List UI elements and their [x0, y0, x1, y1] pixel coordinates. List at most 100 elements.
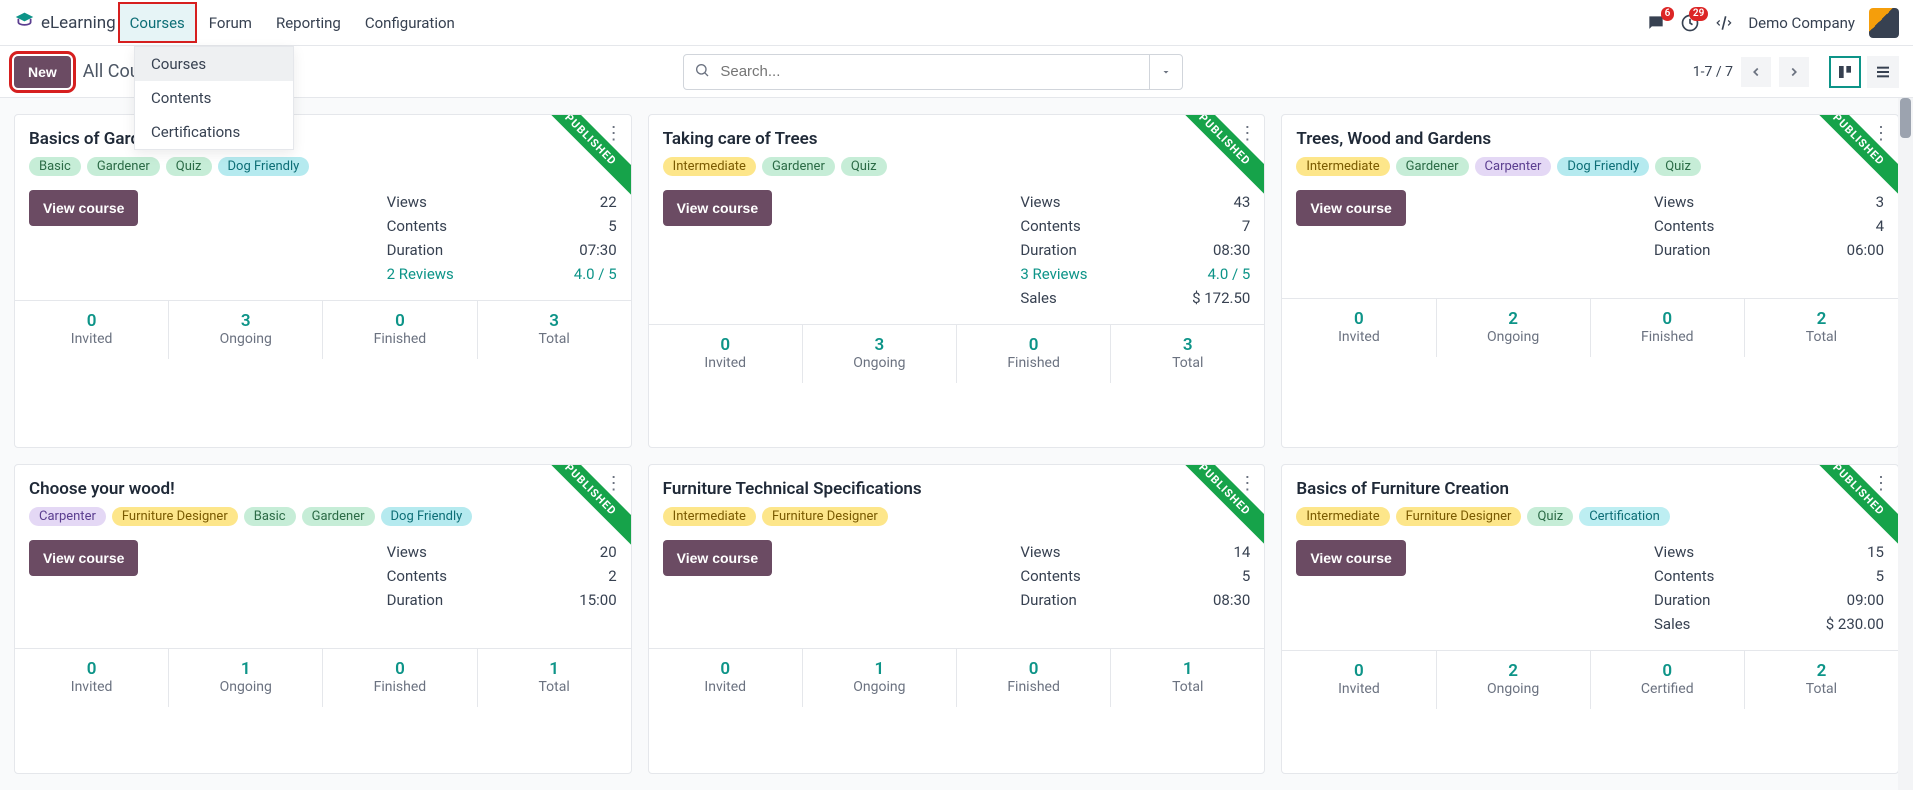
footer-count[interactable]: 0Finished — [957, 649, 1111, 707]
card-menu-icon[interactable]: ⋮ — [605, 125, 623, 143]
tag[interactable]: Intermediate — [1296, 157, 1389, 176]
footer-count[interactable]: 2Total — [1745, 651, 1898, 709]
tag[interactable]: Quiz — [166, 157, 212, 176]
footer-count[interactable]: 1Ongoing — [803, 649, 957, 707]
footer-count[interactable]: 1Total — [1111, 649, 1264, 707]
footer-count[interactable]: 0Certified — [1591, 651, 1745, 709]
search-input[interactable] — [720, 63, 1149, 80]
list-view-button[interactable] — [1867, 56, 1899, 88]
footer-count[interactable]: 1Ongoing — [169, 649, 323, 707]
course-card[interactable]: PUBLISHED⋮Trees, Wood and GardensInterme… — [1281, 114, 1899, 448]
stat-row[interactable]: 2 Reviews4.0 / 5 — [387, 262, 617, 286]
nav-item-forum[interactable]: Forum — [197, 0, 264, 45]
tag-list: Intermediate Gardener Carpenter Dog Friendl… — [1296, 157, 1884, 176]
view-course-button[interactable]: View course — [1296, 540, 1405, 576]
tag[interactable]: Dog Friendly — [218, 157, 310, 176]
footer-count[interactable]: 2Ongoing — [1437, 299, 1591, 357]
tag[interactable]: Intermediate — [663, 157, 756, 176]
tag[interactable]: Gardener — [762, 157, 835, 176]
footer-count[interactable]: 1Total — [478, 649, 631, 707]
course-card[interactable]: PUBLISHED⋮Taking care of TreesIntermedia… — [648, 114, 1266, 448]
company-selector[interactable]: Demo Company — [1748, 14, 1855, 32]
tag[interactable]: Dog Friendly — [1557, 157, 1649, 176]
course-stats: Views22Contents5Duration07:302 Reviews4.… — [387, 190, 617, 286]
tag[interactable]: Furniture Designer — [762, 507, 888, 526]
tag[interactable]: Carpenter — [29, 507, 106, 526]
nav-item-courses[interactable]: Courses — [118, 2, 197, 43]
app-logo[interactable]: eLearning — [14, 10, 116, 36]
tag[interactable]: Intermediate — [663, 507, 756, 526]
tag[interactable]: Quiz — [1527, 507, 1573, 526]
view-course-button[interactable]: View course — [1296, 190, 1405, 226]
dropdown-item-contents[interactable]: Contents — [135, 81, 293, 115]
footer-count[interactable]: 0Invited — [15, 301, 169, 359]
dropdown-item-certifications[interactable]: Certifications — [135, 115, 293, 149]
nav-item-configuration[interactable]: Configuration — [353, 0, 467, 45]
course-footer-counts: 0Invited3Ongoing0Finished3Total — [649, 324, 1265, 383]
stat-row: Views15 — [1654, 540, 1884, 564]
card-menu-icon[interactable]: ⋮ — [1238, 125, 1256, 143]
tag[interactable]: Intermediate — [1296, 507, 1389, 526]
pager-next[interactable] — [1779, 57, 1809, 87]
card-menu-icon[interactable]: ⋮ — [605, 475, 623, 493]
view-course-button[interactable]: View course — [663, 190, 772, 226]
view-course-button[interactable]: View course — [663, 540, 772, 576]
tag[interactable]: Quiz — [841, 157, 887, 176]
view-course-button[interactable]: View course — [29, 540, 138, 576]
tag[interactable]: Furniture Designer — [1396, 507, 1522, 526]
view-course-button[interactable]: View course — [29, 190, 138, 226]
footer-count[interactable]: 0Invited — [649, 649, 803, 707]
search-options-toggle[interactable] — [1149, 55, 1182, 89]
tag[interactable]: Furniture Designer — [112, 507, 238, 526]
messages-icon[interactable]: 6 — [1646, 13, 1666, 33]
footer-count[interactable]: 0Invited — [1282, 651, 1436, 709]
pager-prev[interactable] — [1741, 57, 1771, 87]
course-card[interactable]: PUBLISHED⋮Basics of Furniture CreationIn… — [1281, 464, 1899, 774]
footer-count[interactable]: 0Finished — [323, 649, 477, 707]
stat-row: Duration09:00 — [1654, 588, 1884, 612]
card-menu-icon[interactable]: ⋮ — [1872, 475, 1890, 493]
tag[interactable]: Gardener — [1396, 157, 1469, 176]
stat-row: Contents5 — [1020, 564, 1250, 588]
tag[interactable]: Basic — [244, 507, 296, 526]
footer-count[interactable]: 0Finished — [1591, 299, 1745, 357]
stat-row: Duration08:30 — [1020, 238, 1250, 262]
footer-count[interactable]: 2Ongoing — [1437, 651, 1591, 709]
course-card[interactable]: PUBLISHED⋮Basics of GardeningBasicGarden… — [14, 114, 632, 448]
nav-item-reporting[interactable]: Reporting — [264, 0, 353, 45]
tag[interactable]: Basic — [29, 157, 81, 176]
footer-count[interactable]: 3Ongoing — [803, 325, 957, 383]
tag[interactable]: Carpenter — [1475, 157, 1552, 176]
stat-row: Sales$ 230.00 — [1654, 612, 1884, 636]
kanban-view-button[interactable] — [1829, 56, 1861, 88]
footer-count[interactable]: 0Finished — [957, 325, 1111, 383]
dropdown-item-courses[interactable]: Courses — [135, 47, 293, 81]
footer-count[interactable]: 2Total — [1745, 299, 1898, 357]
new-button[interactable]: New — [14, 56, 71, 88]
footer-count[interactable]: 0Invited — [15, 649, 169, 707]
footer-count[interactable]: 3Total — [478, 301, 631, 359]
footer-count[interactable]: 0Finished — [323, 301, 477, 359]
activities-icon[interactable]: 29 — [1680, 13, 1700, 33]
avatar[interactable] — [1869, 8, 1899, 38]
card-menu-icon[interactable]: ⋮ — [1238, 475, 1256, 493]
card-menu-icon[interactable]: ⋮ — [1872, 125, 1890, 143]
footer-count[interactable]: 3Ongoing — [169, 301, 323, 359]
tag[interactable]: Dog Friendly — [381, 507, 473, 526]
footer-count[interactable]: 0Invited — [1282, 299, 1436, 357]
vertical-scrollbar[interactable] — [1898, 98, 1913, 790]
tag[interactable]: Gardener — [302, 507, 375, 526]
debug-tools-icon[interactable] — [1714, 13, 1734, 33]
stat-row[interactable]: 3 Reviews4.0 / 5 — [1020, 262, 1250, 286]
tag[interactable]: Gardener — [87, 157, 160, 176]
course-card[interactable]: PUBLISHED⋮Furniture Technical Specificat… — [648, 464, 1266, 774]
tag-list: Carpenter Furniture Designer Basic Gardener… — [29, 507, 617, 526]
footer-count[interactable]: 0Invited — [649, 325, 803, 383]
tag[interactable]: Quiz — [1655, 157, 1701, 176]
topbar: eLearning CoursesForumReportingConfigura… — [0, 0, 1913, 46]
stat-row: Views14 — [1020, 540, 1250, 564]
tag[interactable]: Certification — [1579, 507, 1670, 526]
course-stats: Views15Contents5Duration09:00Sales$ 230.… — [1654, 540, 1884, 636]
footer-count[interactable]: 3Total — [1111, 325, 1264, 383]
course-card[interactable]: PUBLISHED⋮Choose your wood!CarpenterFurn… — [14, 464, 632, 774]
